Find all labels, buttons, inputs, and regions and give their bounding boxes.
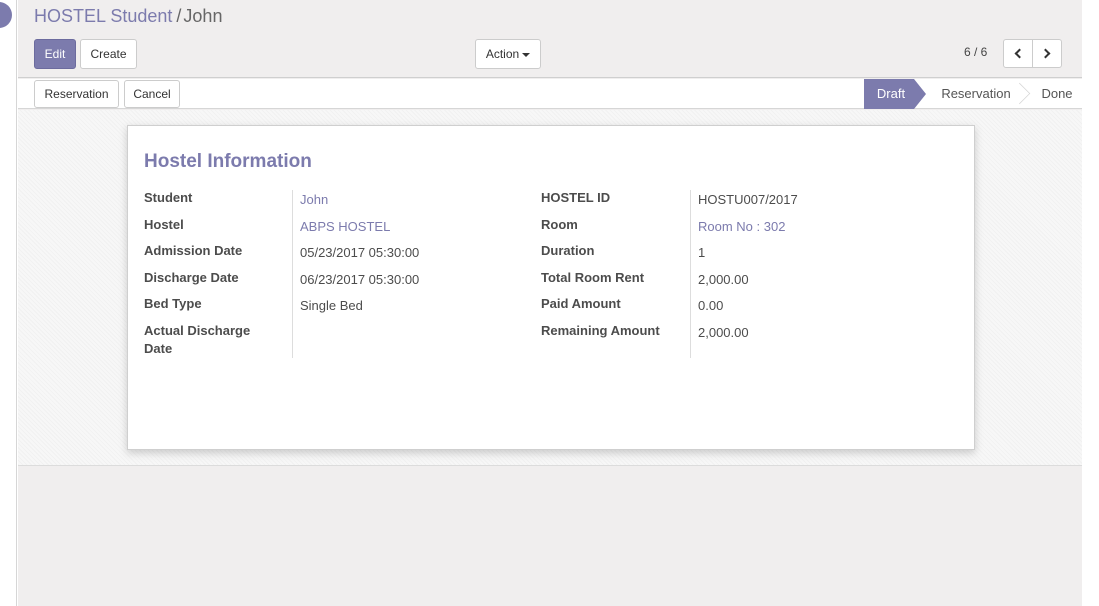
create-button[interactable]: Create [80,39,137,69]
stage-done: Done [1041,86,1073,101]
chevron-left-icon [1014,48,1025,59]
control-panel: HOSTEL Student / John Edit Create Action 6… [18,0,1082,78]
breadcrumb-current: John [183,6,223,26]
form-statusbar: Reservation Cancel Draft Reservation Don… [18,79,1082,109]
edit-button[interactable]: Edit [34,39,76,69]
total-room-rent-value: 2,000.00 [698,272,749,287]
duration-value: 1 [698,245,706,260]
section-title: Hostel Information [144,151,312,172]
bed-type-value: Single Bed [300,298,363,313]
hostel-label: Hostel [144,217,184,232]
pager-next-button[interactable] [1032,39,1062,68]
form-view: HOSTEL Student / John Edit Create Action 6… [18,0,1082,606]
student-value[interactable]: John [300,191,328,209]
form-sheet: Hostel Information Student John Hostel A… [127,125,975,450]
discharge-date-value: 06/23/2017 05:30:00 [300,272,420,287]
actual-discharge-date-label: Actual Discharge Date [144,323,251,356]
discharge-date-label: Discharge Date [144,270,239,285]
right-column-divider [690,190,691,358]
student-label: Student [144,190,193,205]
cancel-button[interactable]: Cancel [124,80,180,108]
duration-label: Duration [541,243,595,258]
room-label: Room [541,217,578,232]
remaining-amount-value: 2,000.00 [698,325,749,340]
action-button-label: Action [485,47,520,61]
chevron-right-icon [1040,48,1051,59]
hostel-id-label: HOSTEL ID [541,190,611,205]
hostel-id-value: HOSTU007/2017 [698,192,798,207]
bed-type-label: Bed Type [144,296,202,311]
breadcrumb: HOSTEL Student / John [34,6,222,26]
action-dropdown-button[interactable]: Action [475,39,541,69]
remaining-amount-label: Remaining Amount [541,323,660,338]
reservation-button[interactable]: Reservation [34,80,119,108]
stage-reservation: Reservation [941,86,1011,101]
breadcrumb-separator: / [176,6,182,26]
room-value[interactable]: Room No : 302 [698,218,785,236]
stage-draft: Draft [864,79,914,109]
caret-down-icon [522,52,531,57]
admission-date-label: Admission Date [144,243,243,258]
left-sidebar-edge [0,0,17,606]
paid-amount-value: 0.00 [698,298,724,313]
stage-draft-arrow [914,79,926,109]
hostel-value[interactable]: ABPS HOSTEL [300,218,390,236]
paid-amount-label: Paid Amount [541,296,621,311]
right-edge [1082,0,1099,606]
admission-date-value: 05/23/2017 05:30:00 [300,245,420,260]
sidebar-toggle-icon[interactable] [0,2,12,28]
pager-previous-button[interactable] [1003,39,1033,68]
pager-value[interactable]: 6 / 6 [964,45,987,59]
form-sheet-background: Hostel Information Student John Hostel A… [18,110,1082,466]
breadcrumb-parent-link[interactable]: HOSTEL Student [34,6,172,26]
left-column-divider [292,190,293,358]
total-room-rent-label: Total Room Rent [541,270,645,285]
